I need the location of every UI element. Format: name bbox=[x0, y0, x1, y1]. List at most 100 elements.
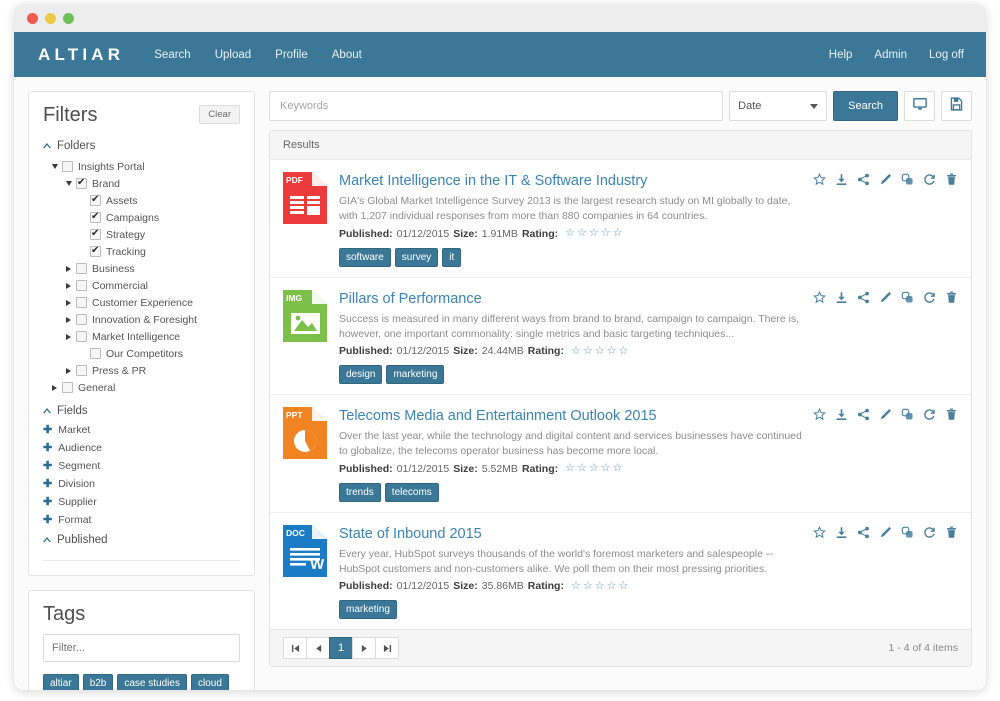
pagination-page-1[interactable]: 1 bbox=[329, 637, 353, 660]
nav-item-logoff[interactable]: Log off bbox=[929, 49, 964, 61]
nav-item-search[interactable]: Search bbox=[154, 49, 190, 61]
refresh-icon[interactable] bbox=[923, 173, 936, 186]
nav-item-help[interactable]: Help bbox=[829, 49, 853, 61]
copy-icon[interactable] bbox=[901, 526, 914, 539]
tag-chip[interactable]: case studies bbox=[117, 674, 187, 690]
favorite-star-icon[interactable] bbox=[813, 290, 826, 304]
keywords-input[interactable] bbox=[269, 91, 724, 121]
folder-tree-node[interactable]: Tracking bbox=[43, 243, 240, 260]
copy-icon[interactable] bbox=[901, 173, 914, 186]
share-icon[interactable] bbox=[857, 291, 870, 304]
expand-triangle-icon[interactable] bbox=[63, 333, 74, 340]
rating-star[interactable]: ☆ bbox=[589, 463, 599, 474]
folder-tree-node[interactable]: Business bbox=[43, 260, 240, 277]
sort-select[interactable]: Date bbox=[729, 91, 828, 121]
field-row-segment[interactable]: ✚ Segment bbox=[43, 457, 240, 475]
copy-icon[interactable] bbox=[901, 291, 914, 304]
rating-star[interactable]: ☆ bbox=[571, 580, 581, 592]
refresh-icon[interactable] bbox=[923, 408, 936, 421]
minimize-window-dot[interactable] bbox=[45, 12, 56, 24]
edit-pencil-icon[interactable] bbox=[879, 291, 892, 304]
save-icon-button[interactable] bbox=[941, 91, 972, 121]
rating-star[interactable]: ☆ bbox=[613, 463, 623, 474]
share-icon[interactable] bbox=[857, 173, 870, 186]
folder-tree-node[interactable]: Press & PR bbox=[43, 362, 240, 379]
refresh-icon[interactable] bbox=[923, 291, 936, 304]
clear-filters-button[interactable]: Clear bbox=[199, 105, 240, 124]
nav-item-admin[interactable]: Admin bbox=[874, 49, 907, 61]
refresh-icon[interactable] bbox=[923, 526, 936, 539]
folder-checkbox[interactable] bbox=[90, 348, 101, 359]
folder-checkbox[interactable] bbox=[76, 314, 87, 325]
folder-checkbox[interactable] bbox=[76, 331, 87, 342]
collapse-triangle-icon[interactable] bbox=[49, 164, 60, 169]
rating-star[interactable]: ☆ bbox=[583, 580, 593, 592]
app-logo[interactable]: ALTIAR bbox=[38, 45, 124, 65]
expand-triangle-icon[interactable] bbox=[63, 316, 74, 323]
rating-star[interactable]: ☆ bbox=[607, 580, 617, 592]
expand-triangle-icon[interactable] bbox=[49, 384, 60, 391]
monitor-icon-button[interactable] bbox=[904, 91, 935, 121]
result-title-link[interactable]: Telecoms Media and Entertainment Outlook… bbox=[339, 407, 808, 425]
favorite-star-icon[interactable] bbox=[813, 173, 826, 186]
rating-star[interactable]: ☆ bbox=[618, 580, 628, 592]
collapse-triangle-icon[interactable] bbox=[63, 181, 74, 186]
folder-checkbox[interactable] bbox=[76, 365, 87, 376]
download-icon[interactable] bbox=[835, 291, 848, 304]
field-row-audience[interactable]: ✚ Audience bbox=[43, 439, 240, 457]
folder-checkbox[interactable] bbox=[90, 245, 101, 257]
rating-star[interactable]: ☆ bbox=[601, 463, 611, 474]
field-row-format[interactable]: ✚ Format bbox=[43, 511, 240, 529]
folder-checkbox[interactable] bbox=[76, 280, 87, 291]
folder-tree-node[interactable]: Campaigns bbox=[43, 209, 240, 226]
expand-triangle-icon[interactable] bbox=[63, 265, 74, 272]
folder-checkbox[interactable] bbox=[76, 263, 87, 274]
folder-tree-node[interactable]: Brand bbox=[43, 175, 240, 192]
favorite-star-icon[interactable] bbox=[813, 408, 826, 421]
rating-star[interactable]: ☆ bbox=[565, 463, 575, 474]
rating-star[interactable]: ☆ bbox=[577, 463, 587, 474]
download-icon[interactable] bbox=[835, 173, 848, 186]
folder-checkbox[interactable] bbox=[90, 211, 101, 223]
result-tag-chip[interactable]: marketing bbox=[339, 600, 397, 620]
folder-tree-node[interactable]: Market Intelligence bbox=[43, 328, 240, 345]
rating-star[interactable]: ☆ bbox=[607, 345, 617, 357]
rating-star[interactable]: ☆ bbox=[613, 228, 623, 239]
field-row-market[interactable]: ✚ Market bbox=[43, 421, 240, 439]
tag-chip[interactable]: altiar bbox=[43, 674, 79, 690]
tag-chip[interactable]: b2b bbox=[82, 674, 114, 690]
result-tag-chip[interactable]: design bbox=[339, 365, 383, 385]
field-row-supplier[interactable]: ✚ Supplier bbox=[43, 493, 240, 511]
delete-trash-icon[interactable] bbox=[945, 173, 958, 186]
delete-trash-icon[interactable] bbox=[945, 526, 958, 539]
favorite-star-icon[interactable] bbox=[813, 525, 826, 539]
folder-tree-node[interactable]: General bbox=[43, 379, 240, 396]
rating-star[interactable]: ☆ bbox=[595, 345, 605, 357]
edit-pencil-icon[interactable] bbox=[879, 526, 892, 539]
result-tag-chip[interactable]: telecoms bbox=[384, 482, 439, 502]
folder-tree-node[interactable]: Commercial bbox=[43, 277, 240, 294]
result-tag-chip[interactable]: marketing bbox=[386, 365, 445, 385]
expand-triangle-icon[interactable] bbox=[63, 367, 74, 374]
download-icon[interactable] bbox=[835, 408, 848, 421]
rating-star[interactable]: ☆ bbox=[583, 345, 593, 357]
edit-pencil-icon[interactable] bbox=[879, 408, 892, 421]
rating-star[interactable]: ☆ bbox=[589, 228, 599, 239]
copy-icon[interactable] bbox=[901, 408, 914, 421]
rating-star[interactable]: ☆ bbox=[601, 228, 611, 239]
share-icon[interactable] bbox=[857, 408, 870, 421]
rating-star[interactable]: ☆ bbox=[595, 580, 605, 592]
folder-checkbox[interactable] bbox=[76, 297, 87, 308]
rating-star[interactable]: ☆ bbox=[618, 345, 628, 357]
result-title-link[interactable]: State of Inbound 2015 bbox=[339, 525, 808, 543]
nav-item-upload[interactable]: Upload bbox=[215, 49, 251, 61]
folder-checkbox[interactable] bbox=[76, 177, 87, 189]
nav-item-about[interactable]: About bbox=[332, 49, 362, 61]
folder-checkbox[interactable] bbox=[90, 194, 101, 206]
pagination-first-button[interactable] bbox=[283, 637, 307, 660]
pagination-last-button[interactable] bbox=[375, 637, 399, 660]
tag-chip[interactable]: cloud bbox=[190, 674, 229, 690]
result-tag-chip[interactable]: software bbox=[339, 247, 391, 267]
folders-section-header[interactable]: Folders bbox=[42, 135, 240, 156]
search-button[interactable]: Search bbox=[833, 91, 898, 121]
